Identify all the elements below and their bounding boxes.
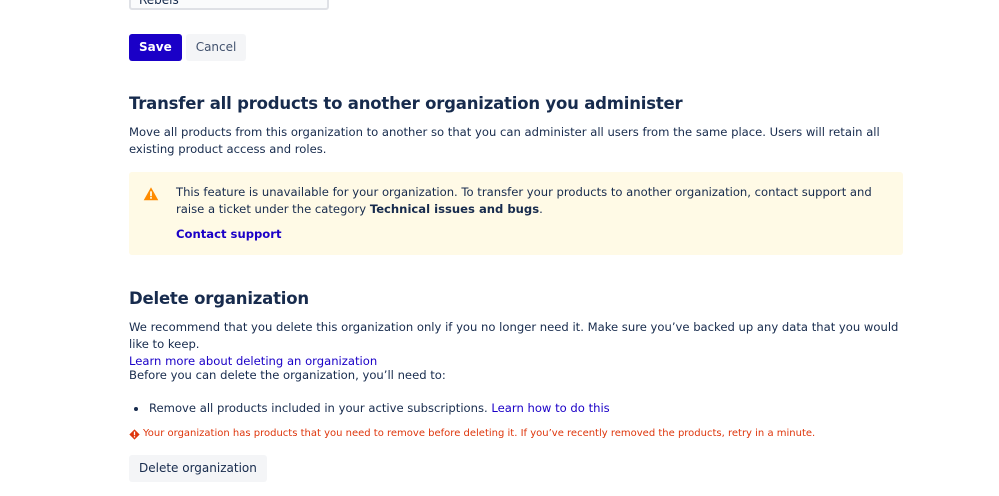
delete-description: We recommend that you delete this organi…	[129, 319, 904, 370]
list-item: Remove all products included in your act…	[129, 400, 610, 417]
delete-prereq-list: Remove all products included in your act…	[129, 400, 610, 417]
error-text: Your organization has products that you …	[143, 428, 816, 439]
prereq-item-text: Remove all products included in your act…	[149, 401, 488, 415]
transfer-section-title: Transfer all products to another organiz…	[129, 94, 683, 113]
delete-description-text: We recommend that you delete this organi…	[129, 320, 899, 351]
delete-prereq-intro: Before you can delete the organization, …	[129, 368, 446, 382]
form-actions: Save Cancel	[129, 34, 247, 61]
warning-category: Technical issues and bugs	[369, 202, 540, 216]
save-button[interactable]: Save	[129, 34, 182, 61]
learn-more-delete-link[interactable]: Learn more about deleting an organizatio…	[129, 354, 377, 368]
transfer-warning-panel: This feature is unavailable for your org…	[129, 172, 903, 255]
error-icon	[129, 428, 140, 440]
warning-icon	[143, 187, 159, 201]
delete-error-message: Your organization has products that you …	[129, 427, 815, 441]
delete-organization-button[interactable]: Delete organization	[129, 455, 267, 482]
learn-how-link[interactable]: Learn how to do this	[491, 401, 609, 415]
transfer-description: Move all products from this organization…	[129, 125, 880, 156]
organization-name-input[interactable]	[129, 0, 329, 10]
bullet-icon	[134, 407, 138, 411]
settings-page: Save Cancel Transfer all products to ano…	[0, 0, 999, 496]
cancel-button[interactable]: Cancel	[185, 34, 247, 61]
warning-text-after: .	[539, 202, 543, 216]
delete-section-title: Delete organization	[129, 289, 309, 308]
contact-support-link[interactable]: Contact support	[176, 226, 282, 243]
warning-message: This feature is unavailable for your org…	[176, 184, 896, 218]
